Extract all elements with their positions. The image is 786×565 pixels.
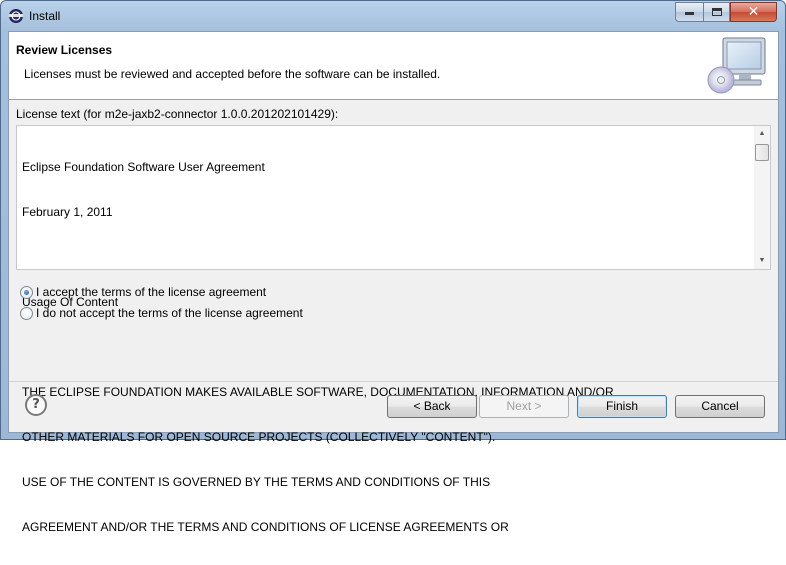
- maximize-button[interactable]: [703, 2, 730, 22]
- decline-radio-label: I do not accept the terms of the license…: [36, 306, 303, 320]
- computer-cd-icon: [707, 37, 766, 94]
- license-line: OTHER MATERIALS FOR OPEN SOURCE PROJECTS…: [22, 430, 496, 444]
- license-line: AGREEMENT AND/OR THE TERMS AND CONDITION…: [22, 520, 509, 534]
- license-text-label: License text (for m2e-jaxb2-connector 1.…: [16, 107, 339, 121]
- scroll-down-icon[interactable]: ▼: [754, 253, 770, 269]
- window-title: Install: [29, 9, 61, 23]
- accept-license-option[interactable]: I accept the terms of the license agreem…: [20, 284, 266, 300]
- vertical-scrollbar[interactable]: ▲ ▼: [754, 126, 770, 269]
- page-title: Review Licenses: [16, 43, 113, 57]
- cancel-button[interactable]: Cancel: [675, 395, 765, 418]
- license-text-area[interactable]: Eclipse Foundation Software User Agreeme…: [16, 125, 771, 534]
- close-icon: ✕: [747, 4, 760, 20]
- title-bar[interactable]: Install ✕: [1, 1, 785, 31]
- eclipse-icon: [9, 9, 23, 23]
- decline-license-option[interactable]: I do not accept the terms of the license…: [20, 305, 303, 321]
- accept-radio-label: I accept the terms of the license agreem…: [36, 285, 267, 299]
- help-icon[interactable]: ?: [25, 394, 47, 416]
- wizard-header: Review Licenses Licenses must be reviewe…: [9, 32, 778, 100]
- install-dialog: Install ✕ Review Licenses Licenses must …: [0, 0, 786, 534]
- minimize-icon: [685, 12, 694, 15]
- license-line: February 1, 2011: [22, 205, 113, 219]
- page-description: Licenses must be reviewed and accepted b…: [24, 67, 441, 81]
- license-line: [22, 340, 752, 355]
- close-button[interactable]: ✕: [730, 2, 777, 22]
- accept-radio[interactable]: [20, 285, 33, 299]
- back-button[interactable]: < Back: [387, 395, 477, 418]
- next-button[interactable]: Next >: [479, 395, 569, 418]
- scroll-up-icon[interactable]: ▲: [754, 126, 770, 142]
- finish-button[interactable]: Finish: [577, 395, 667, 418]
- license-line: Eclipse Foundation Software User Agreeme…: [22, 160, 265, 174]
- maximize-icon: [711, 8, 722, 16]
- license-line: [22, 250, 752, 265]
- license-line: USE OF THE CONTENT IS GOVERNED BY THE TE…: [22, 475, 491, 489]
- minimize-button[interactable]: [675, 2, 703, 22]
- scrollbar-thumb[interactable]: [755, 144, 769, 161]
- license-text: Eclipse Foundation Software User Agreeme…: [22, 130, 752, 565]
- decline-radio[interactable]: [20, 306, 33, 320]
- dialog-body: Review Licenses Licenses must be reviewe…: [8, 31, 779, 534]
- footer-divider: [9, 381, 778, 382]
